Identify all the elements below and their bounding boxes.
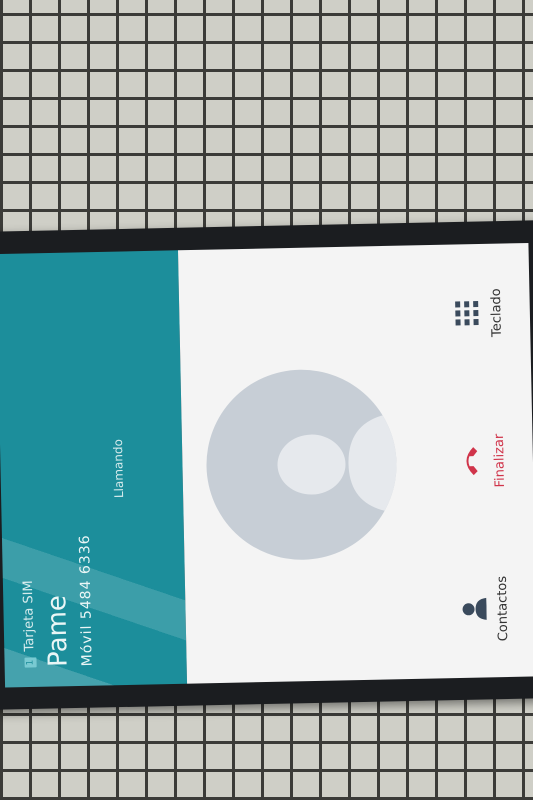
contacts-label: Contactos	[494, 575, 511, 641]
call-status: Llamando	[110, 438, 126, 498]
phone-number: Móvil 5484 6336	[76, 533, 96, 666]
keypad-label: Teclado	[488, 287, 505, 337]
end-call-button[interactable]: Finalizar	[455, 415, 508, 506]
call-header: 1 Tarjeta SIM Pame Móvil 5484 6336 Llama…	[0, 249, 187, 688]
end-call-label: Finalizar	[491, 433, 508, 488]
contact-name: Pame	[41, 594, 74, 667]
sim-label: Tarjeta SIM	[20, 579, 37, 652]
sim-card-icon: 1	[23, 656, 36, 668]
end-call-icon	[465, 446, 478, 475]
keypad-button[interactable]: Teclado	[452, 267, 505, 358]
person-silhouette-icon	[276, 412, 398, 513]
keypad-icon	[454, 300, 479, 326]
sim-indicator: 1 Tarjeta SIM	[14, 273, 37, 668]
person-icon	[462, 597, 487, 620]
call-screen: 1 Tarjeta SIM Pame Móvil 5484 6336 Llama…	[0, 242, 533, 688]
contact-avatar	[204, 367, 398, 562]
call-body: Contactos Finalizar Teclado	[177, 242, 533, 684]
phone-screen: 1 Tarjeta SIM Pame Móvil 5484 6336 Llama…	[0, 242, 533, 688]
call-actions: Contactos Finalizar Teclado	[432, 243, 511, 678]
contacts-button[interactable]: Contactos	[458, 563, 511, 654]
